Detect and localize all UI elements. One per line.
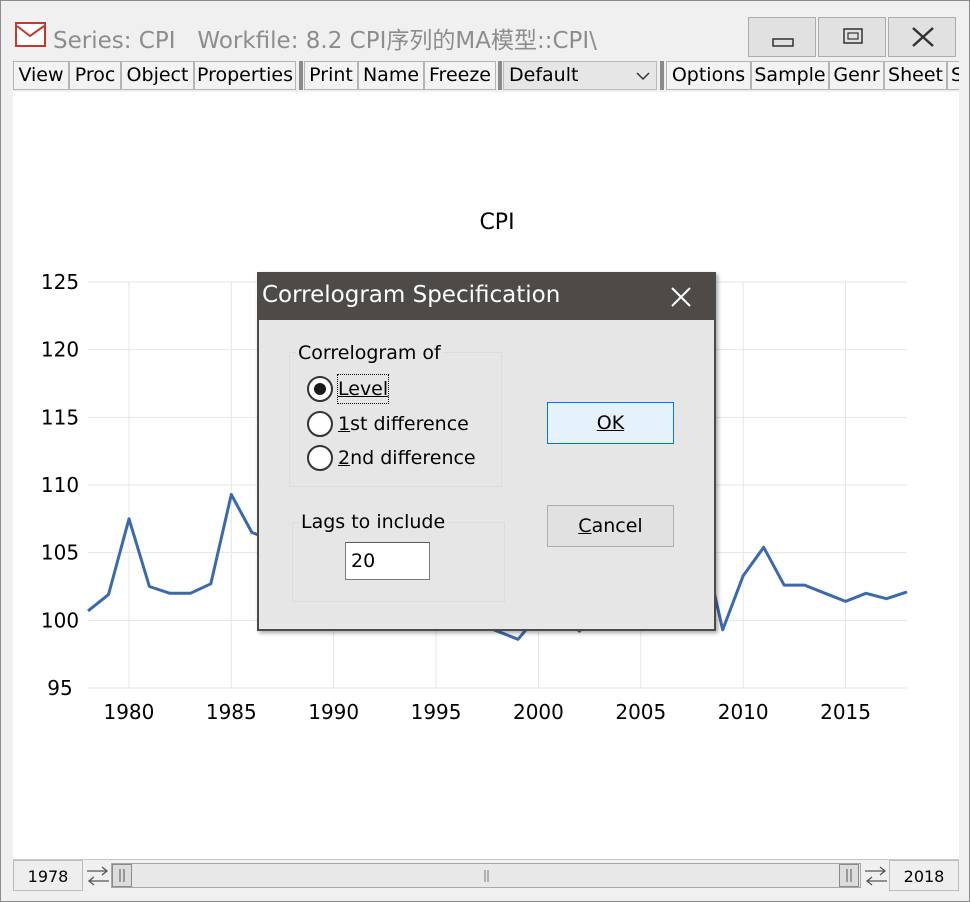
view-type-select[interactable]: Default xyxy=(503,61,657,90)
series-toolbar: View Proc Object Properties Print Name F… xyxy=(13,60,959,91)
cancel-button-label: Cancel xyxy=(578,515,643,537)
sample-start-year: 1978 xyxy=(13,860,83,891)
toolbar-separator xyxy=(299,61,303,90)
x-tick-label: 1995 xyxy=(411,700,462,724)
radio-selected-dot xyxy=(314,383,326,395)
x-tick-label: 1990 xyxy=(308,700,359,724)
freeze-button[interactable]: Freeze xyxy=(424,61,496,90)
object-button[interactable]: Object xyxy=(121,61,194,90)
correlogram-of-label: Correlogram of xyxy=(296,342,443,364)
x-tick-label: 2005 xyxy=(615,700,666,724)
slider-end-handle[interactable] xyxy=(839,864,859,887)
radio-2nd-difference-label: 2nd difference xyxy=(338,447,476,469)
series-window: Series: CPI Workfile: 8.2 CPI序列的MA模型::CP… xyxy=(0,0,970,902)
sheet-button[interactable]: Sheet xyxy=(884,61,947,90)
cancel-button[interactable]: Cancel xyxy=(547,505,674,547)
dialog-title-bar[interactable]: Correlogram Specification xyxy=(259,274,714,320)
minimize-icon xyxy=(772,38,794,47)
close-icon xyxy=(912,27,934,47)
chevron-down-icon xyxy=(636,72,650,81)
y-tick-label: 115 xyxy=(41,405,79,429)
y-tick-label: 110 xyxy=(41,473,79,497)
stats-button[interactable]: S xyxy=(947,61,959,90)
toolbar-separator xyxy=(498,61,502,90)
radio-circle xyxy=(307,445,333,471)
options-button[interactable]: Options xyxy=(666,61,751,90)
lags-label: Lags to include xyxy=(299,511,448,533)
shift-arrows-icon[interactable] xyxy=(85,865,111,887)
close-window-button[interactable] xyxy=(888,17,956,57)
eviews-app-icon xyxy=(15,22,46,47)
radio-1st-difference-label: 1st difference xyxy=(338,413,469,435)
radio-1st-difference[interactable]: 1st difference xyxy=(307,410,487,440)
x-tick-label: 2000 xyxy=(513,700,564,724)
sample-end-year: 2018 xyxy=(889,860,959,891)
print-button[interactable]: Print xyxy=(304,61,358,90)
name-button[interactable]: Name xyxy=(358,61,424,90)
shift-arrows-icon[interactable] xyxy=(863,865,889,887)
proc-button[interactable]: Proc xyxy=(69,61,121,90)
title-bar[interactable]: Series: CPI Workfile: 8.2 CPI序列的MA模型::CP… xyxy=(1,1,969,59)
x-tick-label: 2010 xyxy=(718,700,769,724)
radio-level-label: Level xyxy=(336,374,390,404)
properties-button[interactable]: Properties xyxy=(194,61,296,90)
ok-button[interactable]: OK xyxy=(547,402,674,444)
y-tick-label: 100 xyxy=(41,608,79,632)
sample-button[interactable]: Sample xyxy=(751,61,829,90)
y-tick-label: 105 xyxy=(41,541,79,565)
slider-start-handle[interactable] xyxy=(112,864,132,887)
window-title: Series: CPI Workfile: 8.2 CPI序列的MA模型::CP… xyxy=(53,28,597,54)
y-tick-label: 125 xyxy=(41,270,79,294)
radio-circle xyxy=(307,411,333,437)
maximize-icon xyxy=(843,28,863,44)
view-button[interactable]: View xyxy=(13,61,69,90)
radio-2nd-difference[interactable]: 2nd difference xyxy=(307,444,487,474)
toolbar-separator xyxy=(660,61,664,90)
genr-button[interactable]: Genr xyxy=(829,61,884,90)
minimize-button[interactable] xyxy=(748,17,816,57)
x-tick-label: 1985 xyxy=(206,700,257,724)
slider-grip-icon xyxy=(484,870,489,882)
view-type-value: Default xyxy=(509,64,579,86)
correlogram-dialog: Correlogram Specification Correlogram of… xyxy=(257,272,716,631)
radio-level[interactable]: Level xyxy=(307,374,487,405)
y-tick-label: 120 xyxy=(41,338,79,362)
x-tick-label: 1980 xyxy=(103,700,154,724)
maximize-button[interactable] xyxy=(818,17,886,57)
x-tick-label: 2015 xyxy=(820,700,871,724)
lags-input[interactable]: 20 xyxy=(345,542,430,580)
dialog-title: Correlogram Specification xyxy=(262,282,561,308)
sample-range-slider[interactable] xyxy=(111,863,861,888)
y-tick-label: 95 xyxy=(47,676,72,700)
radio-circle xyxy=(307,376,333,402)
chart-title: CPI xyxy=(479,210,514,235)
sample-range-bar: 1978 2018 xyxy=(13,859,959,891)
close-icon[interactable] xyxy=(659,279,703,315)
ok-button-label: OK xyxy=(596,412,625,434)
